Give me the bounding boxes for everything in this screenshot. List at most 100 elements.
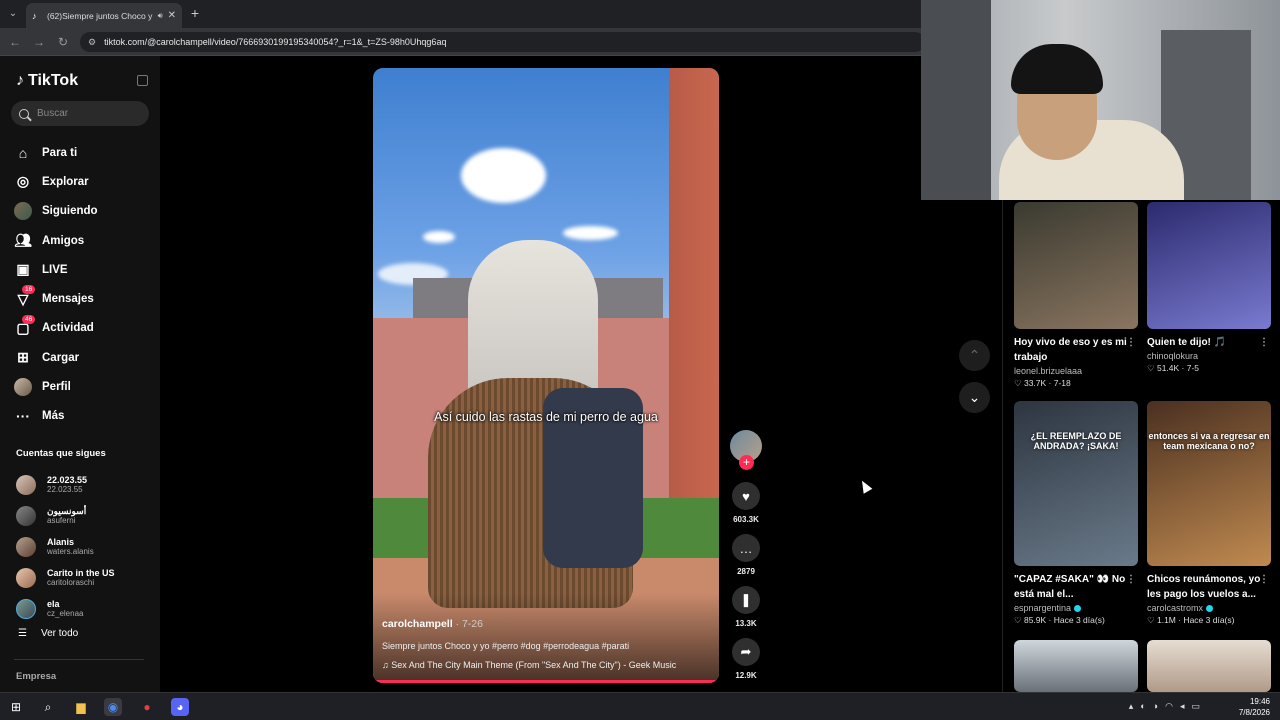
card-author-name: chinoqlokura: [1147, 351, 1199, 361]
live-icon: ▣: [16, 261, 30, 278]
card-author[interactable]: chinoqlokura: [1147, 351, 1271, 361]
previous-video-button[interactable]: ⌃: [959, 340, 990, 371]
video-card[interactable]: [1014, 640, 1138, 692]
account-name: ela: [47, 599, 60, 609]
account-item[interactable]: Alanis waters.alanis: [16, 531, 156, 562]
video-thumbnail[interactable]: [1014, 202, 1138, 329]
follow-plus-icon[interactable]: +: [739, 455, 754, 470]
sidebar-item-siguiendo[interactable]: Siguiendo: [14, 197, 154, 226]
tray-icon[interactable]: ◐: [1140, 701, 1145, 712]
sidebar-item-actividad[interactable]: ▢ 46 Actividad: [14, 314, 154, 343]
card-title: Quien te dijo! 🎵 ⋮: [1147, 335, 1271, 350]
sidebar-item-cargar[interactable]: ⊞ Cargar: [14, 343, 154, 372]
video-thumbnail[interactable]: [1147, 202, 1271, 329]
cloud: [461, 148, 546, 203]
address-bar[interactable]: ⚙ tiktok.com/@carolchampell/video/766693…: [80, 32, 925, 52]
new-tab-button[interactable]: +: [188, 5, 202, 21]
video-music[interactable]: ♫ Sex And The City Main Theme (From "Sex…: [382, 660, 676, 670]
more-options-icon[interactable]: ⋮: [1259, 572, 1269, 587]
video-thumbnail[interactable]: [1147, 640, 1271, 692]
card-author[interactable]: leonel.brizuelaaa: [1014, 366, 1138, 376]
video-card[interactable]: ¿EL REEMPLAZO DE ANDRADA? ¡SAKA! "CAPAZ …: [1014, 401, 1138, 626]
comment-icon[interactable]: …: [732, 534, 760, 562]
video-player[interactable]: Así cuido las rastas de mi perro de agua…: [373, 68, 719, 683]
tray-icon[interactable]: ◑: [1153, 701, 1158, 712]
close-tab-icon[interactable]: ✕: [168, 10, 176, 21]
sidebar-item-label: Siguiendo: [42, 205, 98, 218]
video-description[interactable]: Siempre juntos Choco y yo #perro #dog #p…: [382, 641, 629, 651]
more-options-icon[interactable]: ⋮: [1126, 335, 1136, 350]
wifi-icon[interactable]: ◠: [1165, 701, 1173, 712]
site-info-icon[interactable]: ⚙: [88, 37, 96, 48]
tiktok-logo[interactable]: ♪ TikTok: [16, 72, 78, 90]
video-thumbnail[interactable]: ¿EL REEMPLAZO DE ANDRADA? ¡SAKA!: [1014, 401, 1138, 566]
start-icon[interactable]: ⊞: [7, 698, 25, 716]
video-author[interactable]: carolchampell · 7-26: [382, 618, 483, 630]
account-item[interactable]: أسونسيون asuferni: [16, 500, 156, 531]
compass-icon: ◎: [16, 173, 30, 190]
more-options-icon[interactable]: ⋮: [1259, 335, 1269, 350]
account-item[interactable]: 22.023.55 22.023.55: [16, 469, 156, 500]
sidebar-item-perfil[interactable]: Perfil: [14, 372, 154, 401]
sidebar-item-amigos[interactable]: 👥︎ Amigos: [14, 226, 154, 255]
browser-tab[interactable]: ♪ (62)Siempre juntos Choco y 🔊︎ ✕: [26, 3, 182, 28]
reload-icon[interactable]: ↻: [54, 33, 72, 51]
account-handle: waters.alanis: [47, 547, 94, 556]
file-explorer-icon[interactable]: ▆: [72, 698, 90, 716]
battery-icon[interactable]: ▭: [1191, 701, 1200, 712]
sidebar-item-para-ti[interactable]: ⌂ Para ti: [14, 138, 154, 167]
speaker-icon[interactable]: 🔊︎: [158, 11, 163, 21]
home-icon: ⌂: [18, 144, 28, 161]
heart-icon[interactable]: ♥: [732, 482, 760, 510]
sidebar-item-explorar[interactable]: ◎ Explorar: [14, 167, 154, 196]
card-author[interactable]: carolcastromx: [1147, 603, 1271, 613]
sidebar-item-live[interactable]: ▣ LIVE: [14, 255, 154, 284]
windows-taskbar: ⊞ ⌕ ▆ ◉ ● ◕ ▴ ◐ ◑ ◠ ◂ ▭ 19:46 7/8/2026: [0, 692, 1280, 720]
like-count: 603.3K: [733, 515, 759, 524]
video-thumbnail[interactable]: [1014, 640, 1138, 692]
recommended-panel: Hoy vivo de eso y es mi trabajo ⋮ leonel.…: [1002, 200, 1280, 692]
save-action: ❚ 13.3K: [728, 586, 764, 628]
sidebar-item-mas[interactable]: ··· Más: [14, 402, 154, 431]
video-overlay-caption: Así cuido las rastas de mi perro de agua: [434, 410, 658, 424]
search-icon[interactable]: ⌕: [39, 698, 57, 716]
url-text: tiktok.com/@carolchampell/video/76669301…: [104, 37, 447, 47]
video-thumbnail[interactable]: entonces si va a regresar en team mexica…: [1147, 401, 1271, 566]
video-card[interactable]: Hoy vivo de eso y es mi trabajo ⋮ leonel.…: [1014, 202, 1138, 389]
bookmark-icon[interactable]: ❚: [732, 586, 760, 614]
card-author[interactable]: espnargentina: [1014, 603, 1138, 613]
back-icon[interactable]: ←: [6, 33, 24, 51]
creator-avatar[interactable]: +: [730, 430, 762, 470]
volume-icon[interactable]: ◂: [1180, 701, 1185, 712]
card-title-text: Quien te dijo! 🎵: [1147, 337, 1227, 348]
sidebar-item-label: LIVE: [42, 263, 68, 276]
video-card[interactable]: entonces si va a regresar en team mexica…: [1147, 401, 1271, 626]
sidebar-item-label: Para ti: [42, 146, 78, 159]
account-item[interactable]: Carito in the US caritoloraschi: [16, 562, 156, 593]
more-options-icon[interactable]: ⋮: [1126, 572, 1136, 587]
search-input[interactable]: Buscar: [11, 101, 149, 126]
chrome-icon[interactable]: ◉: [104, 698, 122, 716]
share-icon[interactable]: ➦: [732, 638, 760, 666]
tab-title: (62)Siempre juntos Choco y: [47, 10, 153, 21]
account-item[interactable]: ela cz_elenaa: [16, 593, 156, 624]
video-progress-fill: [373, 680, 719, 683]
video-card[interactable]: Quien te dijo! 🎵 ⋮ chinoqlokura ♡ 51.4K ·…: [1147, 202, 1271, 374]
app-icon[interactable]: ●: [138, 698, 156, 716]
discord-icon[interactable]: ◕: [171, 698, 189, 716]
tray-icon[interactable]: ▴: [1129, 701, 1134, 712]
sidebar-item-mensajes[interactable]: ▽ 16 Mensajes: [14, 284, 154, 313]
account-name: أسونسيون: [47, 506, 87, 516]
next-video-button[interactable]: ⌄: [959, 382, 990, 413]
collapse-sidebar-icon[interactable]: [137, 75, 148, 86]
company-link[interactable]: Empresa: [16, 671, 56, 682]
video-card[interactable]: [1147, 640, 1271, 692]
see-all-link[interactable]: ☰ Ver todo: [18, 628, 78, 639]
forward-icon[interactable]: →: [30, 33, 48, 51]
clock[interactable]: 19:46 7/8/2026: [1239, 696, 1270, 718]
search-icon: [19, 108, 29, 119]
tab-search-icon[interactable]: ⌄: [4, 5, 22, 23]
account-handle: cz_elenaa: [47, 609, 84, 618]
card-title-text: "CAPAZ #SAKA" 👀 No está mal el...: [1014, 574, 1126, 600]
video-progress-bar[interactable]: [373, 680, 719, 683]
